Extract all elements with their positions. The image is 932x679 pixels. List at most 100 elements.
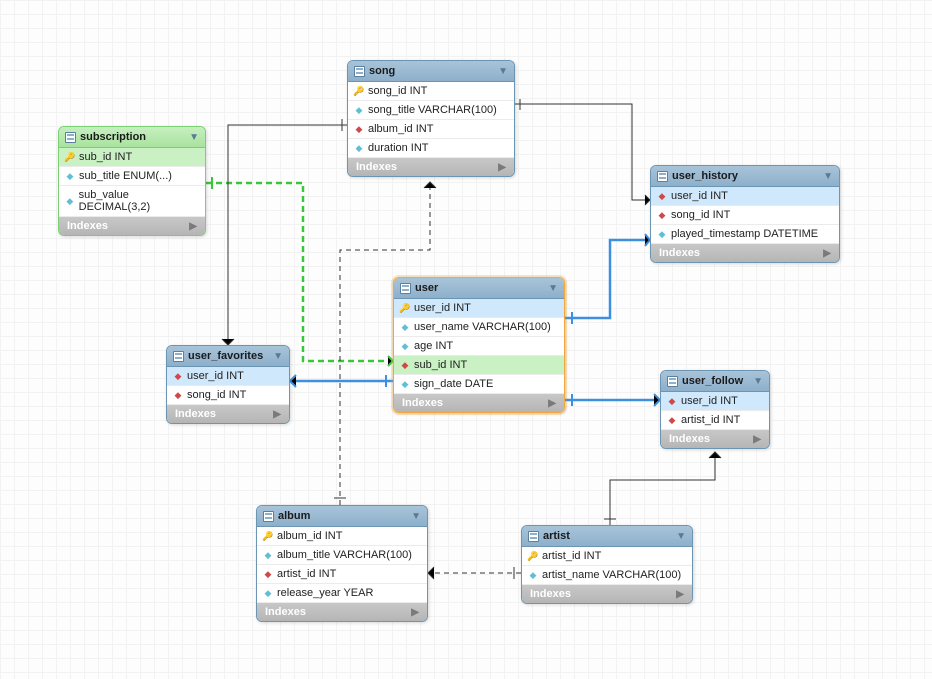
table-header[interactable]: user_history ▼ [651, 166, 839, 187]
column-row[interactable]: ◆sub_title ENUM(...) [59, 167, 205, 186]
indexes-section[interactable]: Indexes ▶ [59, 217, 205, 235]
indexes-section[interactable]: Indexes▶ [167, 405, 289, 423]
chevron-down-icon: ▼ [753, 376, 763, 387]
table-header[interactable]: album ▼ [257, 506, 427, 527]
column-row[interactable]: ◆sign_date DATE [394, 375, 564, 394]
column-row[interactable]: ◆sub_value DECIMAL(3,2) [59, 186, 205, 217]
column-row[interactable]: ◆age INT [394, 337, 564, 356]
diamond-icon: ◆ [173, 390, 183, 400]
column-label: sub_title ENUM(...) [79, 170, 172, 182]
chevron-down-icon: ▼ [548, 283, 558, 294]
key-icon: 🔑 [354, 86, 364, 96]
column-label: album_id INT [368, 123, 433, 135]
column-label: artist_id INT [542, 550, 601, 562]
table-album[interactable]: album ▼ 🔑album_id INT ◆album_title VARCH… [256, 505, 428, 622]
diamond-icon: ◆ [400, 341, 410, 351]
column-row[interactable]: ◆ song_id INT [167, 386, 289, 405]
column-row[interactable]: ◆album_id INT [348, 120, 514, 139]
column-row[interactable]: 🔑song_id INT [348, 82, 514, 101]
column-label: sub_id INT [414, 359, 467, 371]
column-label: user_id INT [414, 302, 471, 314]
diamond-icon: ◆ [400, 322, 410, 332]
chevron-right-icon: ▶ [823, 248, 831, 259]
table-artist[interactable]: artist ▼ 🔑 artist_id INT ◆ artist_name VAR… [521, 525, 693, 604]
column-row[interactable]: ◆duration INT [348, 139, 514, 158]
diamond-icon: ◆ [657, 210, 667, 220]
indexes-section[interactable]: Indexes▶ [257, 603, 427, 621]
diamond-icon: ◆ [657, 191, 667, 201]
chevron-right-icon: ▶ [189, 221, 197, 232]
diamond-icon: ◆ [657, 229, 667, 239]
indexes-section[interactable]: Indexes▶ [394, 394, 564, 412]
table-icon [354, 66, 365, 77]
table-header[interactable]: user ▼ [394, 278, 564, 299]
table-icon [173, 351, 184, 362]
column-row[interactable]: ◆user_name VARCHAR(100) [394, 318, 564, 337]
column-row[interactable]: ◆release_year YEAR [257, 584, 427, 603]
column-row[interactable]: ◆artist_id INT [661, 411, 769, 430]
column-row[interactable]: ◆ song_id INT [651, 206, 839, 225]
indexes-section[interactable]: Indexes▶ [348, 158, 514, 176]
table-title: subscription [80, 131, 146, 143]
table-icon [667, 376, 678, 387]
diamond-icon: ◆ [263, 569, 273, 579]
chevron-down-icon: ▼ [411, 511, 421, 522]
rel-song-userfavorites [228, 125, 347, 345]
column-label: user_id INT [681, 395, 738, 407]
indexes-section[interactable]: Indexes▶ [661, 430, 769, 448]
diamond-icon: ◆ [528, 570, 538, 580]
column-label: user_id INT [187, 370, 244, 382]
column-label: sub_id INT [79, 151, 132, 163]
table-user[interactable]: user ▼ 🔑 user_id INT ◆user_name VARCHAR(1… [393, 277, 565, 413]
table-subscription[interactable]: subscription ▼ 🔑sub_id INT ◆sub_title EN… [58, 126, 206, 236]
table-title: song [369, 65, 395, 77]
indexes-section[interactable]: Indexes▶ [651, 244, 839, 262]
indexes-section[interactable]: Indexes▶ [522, 585, 692, 603]
table-header[interactable]: artist ▼ [522, 526, 692, 547]
chevron-down-icon: ▼ [498, 66, 508, 77]
column-row[interactable]: ◆played_timestamp DATETIME [651, 225, 839, 244]
table-user-follow[interactable]: user_follow ▼ ◆ user_id INT ◆artist_id IN… [660, 370, 770, 449]
key-icon: 🔑 [528, 551, 538, 561]
column-label: artist_name VARCHAR(100) [542, 569, 681, 581]
column-row[interactable]: 🔑 artist_id INT [522, 547, 692, 566]
table-title: album [278, 510, 310, 522]
table-header[interactable]: user_follow ▼ [661, 371, 769, 392]
column-label: release_year YEAR [277, 587, 373, 599]
indexes-label: Indexes [67, 220, 108, 232]
chevron-down-icon: ▼ [189, 132, 199, 143]
column-label: song_id INT [187, 389, 246, 401]
column-row[interactable]: ◆artist_id INT [257, 565, 427, 584]
column-row[interactable]: ◆ user_id INT [661, 392, 769, 411]
column-row[interactable]: 🔑album_id INT [257, 527, 427, 546]
table-song[interactable]: song ▼ 🔑song_id INT ◆song_title VARCHAR(… [347, 60, 515, 177]
table-icon [263, 511, 274, 522]
diamond-icon: ◆ [667, 396, 677, 406]
column-label: sub_value DECIMAL(3,2) [79, 189, 199, 213]
column-row[interactable]: ◆album_title VARCHAR(100) [257, 546, 427, 565]
rel-user-userhistory [565, 240, 650, 318]
chevron-down-icon: ▼ [676, 531, 686, 542]
column-row[interactable]: 🔑 user_id INT [394, 299, 564, 318]
table-header[interactable]: subscription ▼ [59, 127, 205, 148]
column-row[interactable]: ◆sub_id INT [394, 356, 564, 375]
column-row[interactable]: ◆song_title VARCHAR(100) [348, 101, 514, 120]
diamond-icon: ◆ [400, 379, 410, 389]
column-row[interactable]: 🔑sub_id INT [59, 148, 205, 167]
indexes-label: Indexes [265, 606, 306, 618]
column-label: album_title VARCHAR(100) [277, 549, 412, 561]
column-row[interactable]: ◆ artist_name VARCHAR(100) [522, 566, 692, 585]
key-icon: 🔑 [400, 303, 410, 313]
chevron-down-icon: ▼ [823, 171, 833, 182]
column-label: song_id INT [671, 209, 730, 221]
table-header[interactable]: user_favorites ▼ [167, 346, 289, 367]
table-header[interactable]: song ▼ [348, 61, 514, 82]
table-user-favorites[interactable]: user_favorites ▼ ◆user_id INT ◆ song_id I… [166, 345, 290, 424]
column-label: artist_id INT [681, 414, 740, 426]
table-icon [657, 171, 668, 182]
column-row[interactable]: ◆user_id INT [651, 187, 839, 206]
column-row[interactable]: ◆user_id INT [167, 367, 289, 386]
table-user-history[interactable]: user_history ▼ ◆user_id INT ◆ song_id INT… [650, 165, 840, 263]
chevron-right-icon: ▶ [498, 162, 506, 173]
key-icon: 🔑 [263, 531, 273, 541]
